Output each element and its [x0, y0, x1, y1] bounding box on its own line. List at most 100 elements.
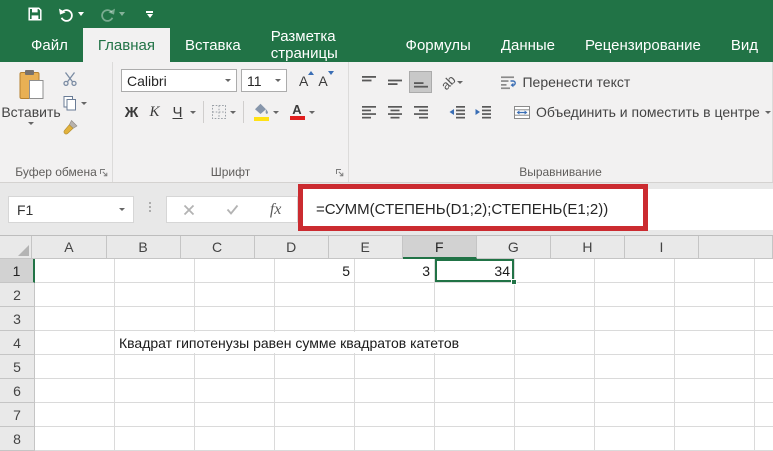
column-header-I[interactable]: I: [624, 236, 699, 259]
align-middle-button[interactable]: [383, 71, 406, 93]
row-header-1[interactable]: 1: [0, 259, 35, 283]
cell-C5[interactable]: [195, 355, 275, 379]
row-header-7[interactable]: 7: [0, 403, 35, 427]
clipboard-dialog-launcher-icon[interactable]: [99, 168, 109, 178]
cell-C3[interactable]: [195, 307, 275, 331]
cell-F8[interactable]: [435, 427, 515, 451]
cell-D2[interactable]: [275, 283, 355, 307]
cell-B6[interactable]: [115, 379, 195, 403]
cell-C2[interactable]: [195, 283, 275, 307]
cell-B5[interactable]: [115, 355, 195, 379]
column-header-B[interactable]: B: [106, 236, 181, 259]
align-top-button[interactable]: [357, 71, 380, 93]
cell-I4[interactable]: [675, 331, 755, 355]
cell-A4[interactable]: [35, 331, 115, 355]
redo-dropdown-arrow[interactable]: [119, 12, 125, 16]
row-header-6[interactable]: 6: [0, 379, 35, 403]
cell-D6[interactable]: [275, 379, 355, 403]
cell-F1[interactable]: 34: [435, 259, 517, 285]
formula-input[interactable]: =СУММ(СТЕПЕНЬ(D1;2);СТЕПЕНЬ(E1;2)): [303, 189, 773, 230]
cut-button[interactable]: [62, 70, 87, 88]
decrease-font-size-button[interactable]: A: [315, 70, 334, 89]
italic-button[interactable]: К: [144, 104, 165, 121]
cell-partial-2[interactable]: [755, 283, 773, 307]
cell-B1[interactable]: [115, 259, 195, 283]
font-size-combo[interactable]: 11: [241, 69, 287, 92]
tab-вид[interactable]: Вид: [716, 28, 773, 62]
select-all-corner[interactable]: [0, 236, 33, 259]
cell-D7[interactable]: [275, 403, 355, 427]
cell-partial-8[interactable]: [755, 427, 773, 451]
row-header-8[interactable]: 8: [0, 427, 35, 451]
borders-button[interactable]: [211, 104, 236, 120]
paste-dropdown-arrow[interactable]: [28, 122, 34, 125]
cell-I5[interactable]: [675, 355, 755, 379]
cell-A6[interactable]: [35, 379, 115, 403]
cell-partial-1[interactable]: [755, 259, 773, 283]
bold-button[interactable]: Ж: [121, 104, 142, 121]
column-header-C[interactable]: C: [180, 236, 255, 259]
column-header-partial[interactable]: [699, 236, 773, 259]
cell-G6[interactable]: [515, 379, 595, 403]
cell-partial-5[interactable]: [755, 355, 773, 379]
cell-G7[interactable]: [515, 403, 595, 427]
column-header-H[interactable]: H: [550, 236, 625, 259]
fill-handle[interactable]: [511, 279, 517, 285]
wrap-text-button[interactable]: Перенести текст: [500, 74, 630, 90]
cell-H8[interactable]: [595, 427, 675, 451]
column-header-G[interactable]: G: [476, 236, 551, 259]
cell-E6[interactable]: [355, 379, 435, 403]
cell-H7[interactable]: [595, 403, 675, 427]
cell-H3[interactable]: [595, 307, 675, 331]
column-header-A[interactable]: A: [32, 236, 107, 259]
cell-I1[interactable]: [675, 259, 755, 283]
cell-F2[interactable]: [435, 283, 515, 307]
column-header-F[interactable]: F: [402, 236, 477, 259]
font-dialog-launcher-icon[interactable]: [335, 168, 345, 178]
cell-B2[interactable]: [115, 283, 195, 307]
cell-partial-4[interactable]: [755, 331, 773, 355]
undo-dropdown-arrow[interactable]: [78, 12, 84, 16]
borders-dropdown-arrow[interactable]: [230, 110, 236, 114]
cell-E3[interactable]: [355, 307, 435, 331]
save-button[interactable]: [27, 6, 43, 22]
cell-C7[interactable]: [195, 403, 275, 427]
row-header-2[interactable]: 2: [0, 283, 35, 307]
cell-A7[interactable]: [35, 403, 115, 427]
cell-B7[interactable]: [115, 403, 195, 427]
cell-F7[interactable]: [435, 403, 515, 427]
tab-рецензирование[interactable]: Рецензирование: [570, 28, 716, 62]
format-painter-button[interactable]: [62, 118, 87, 136]
underline-button[interactable]: Ч: [167, 104, 188, 121]
cell-C6[interactable]: [195, 379, 275, 403]
cell-G2[interactable]: [515, 283, 595, 307]
tab-данные[interactable]: Данные: [486, 28, 570, 62]
cell-G3[interactable]: [515, 307, 595, 331]
cell-H4[interactable]: [595, 331, 675, 355]
enter-icon[interactable]: [226, 204, 239, 215]
align-left-button[interactable]: [357, 101, 380, 123]
underline-dropdown-arrow[interactable]: [190, 110, 196, 114]
cell-partial-6[interactable]: [755, 379, 773, 403]
copy-button[interactable]: [62, 94, 87, 112]
row-header-5[interactable]: 5: [0, 355, 35, 379]
align-bottom-button[interactable]: [409, 71, 432, 93]
tab-разметка-страницы[interactable]: Разметка страницы: [256, 28, 391, 62]
cell-G8[interactable]: [515, 427, 595, 451]
cell-H6[interactable]: [595, 379, 675, 403]
font-color-button[interactable]: А: [287, 103, 307, 120]
cell-A3[interactable]: [35, 307, 115, 331]
cell-F3[interactable]: [435, 307, 515, 331]
tab-формулы[interactable]: Формулы: [391, 28, 486, 62]
increase-indent-button[interactable]: [471, 101, 494, 123]
cell-B3[interactable]: [115, 307, 195, 331]
name-box-dropdown-arrow[interactable]: [119, 208, 125, 211]
increase-font-size-button[interactable]: A: [296, 70, 315, 89]
cell-G4[interactable]: [515, 331, 595, 355]
cell-I3[interactable]: [675, 307, 755, 331]
merge-dropdown-arrow[interactable]: [764, 110, 771, 114]
cell-partial-3[interactable]: [755, 307, 773, 331]
cell-I6[interactable]: [675, 379, 755, 403]
cell-A1[interactable]: [35, 259, 115, 283]
orientation-button[interactable]: ab: [438, 72, 464, 92]
